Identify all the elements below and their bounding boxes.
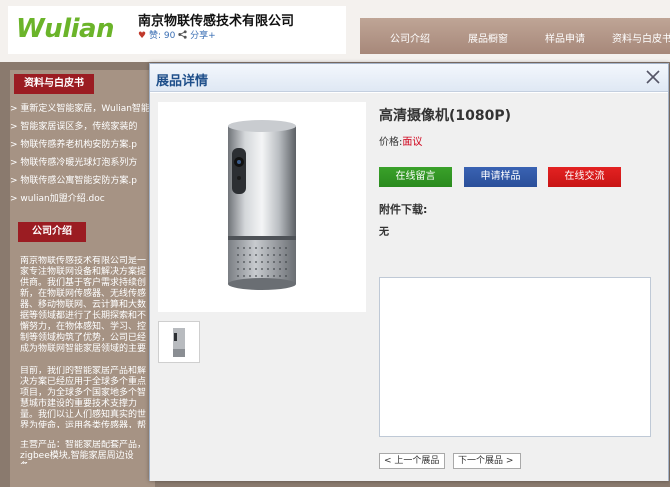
attachments-empty: 无 bbox=[379, 227, 389, 238]
product-image[interactable] bbox=[158, 102, 366, 312]
nav-item-showcase[interactable]: 展品橱窗 bbox=[468, 30, 508, 45]
list-item[interactable]: 智能家居误区多，传统家装的 bbox=[10, 118, 155, 136]
next-product-button[interactable]: 下一个展品 > bbox=[453, 453, 521, 469]
company-intro-p2: 目前，我们的智能家居产品和解决方案已经应用于全球多个重点项目，为全球多个国家地多… bbox=[20, 366, 147, 428]
request-sample-button[interactable]: 申请样品 bbox=[464, 167, 537, 187]
heart-icon[interactable]: ♥ bbox=[138, 31, 146, 41]
company-logo[interactable]: Wulian bbox=[8, 6, 136, 54]
online-chat-button[interactable]: 在线交流 bbox=[548, 167, 621, 187]
dialog-title: 展品详情 bbox=[156, 74, 209, 89]
logo-text: Wulian bbox=[16, 14, 115, 44]
product-thumbnail[interactable] bbox=[158, 321, 200, 363]
company-intro-p1: 南京物联传感技术有限公司是一家专注物联网设备和解决方案提供商。我们基于客户需求持… bbox=[20, 256, 147, 353]
likes-count[interactable]: 赞: 90 bbox=[149, 31, 175, 41]
product-name: 高清摄像机(1080P) bbox=[379, 108, 512, 124]
price-label: 价格: bbox=[379, 137, 403, 148]
company-name: 南京物联传感技术有限公司 bbox=[138, 14, 295, 29]
list-item[interactable]: 物联传感冷暖光球灯泡系列方 bbox=[10, 154, 155, 172]
company-meta: ♥ 赞: 90 分享+ bbox=[138, 28, 216, 41]
company-info: 南京物联传感技术有限公司 ♥ 赞: 90 分享+ bbox=[134, 6, 346, 54]
main-nav: 公司介绍 展品橱窗 样品申请 资料与白皮书 bbox=[360, 18, 670, 54]
share-icon[interactable] bbox=[178, 30, 190, 41]
nav-item-docs[interactable]: 资料与白皮书 bbox=[612, 30, 670, 45]
list-item[interactable]: 重新定义智能家居，Wulian智能 bbox=[10, 100, 155, 118]
nav-item-samples[interactable]: 样品申请 bbox=[545, 30, 585, 45]
dialog-body: 高清摄像机(1080P) 价格:面议 在线留言 申请样品 在线交流 附件下载: … bbox=[150, 93, 668, 481]
share-link[interactable]: 分享+ bbox=[190, 31, 216, 41]
price-row: 价格:面议 bbox=[379, 133, 422, 148]
attachments-title: 附件下载: bbox=[379, 203, 428, 216]
nav-item-company[interactable]: 公司介绍 bbox=[390, 30, 430, 45]
price-value: 面议 bbox=[402, 137, 423, 148]
docs-section-tab[interactable]: 资料与白皮书 bbox=[14, 74, 94, 94]
online-message-button[interactable]: 在线留言 bbox=[379, 167, 452, 187]
prev-product-button[interactable]: < 上一个展品 bbox=[379, 453, 445, 469]
close-icon[interactable] bbox=[644, 68, 662, 86]
product-detail-dialog: 展品详情 高清摄像机(1080P) 价格:面议 在线留言 申请样品 在线交流 附… bbox=[149, 63, 669, 481]
company-intro-p3: 主营产品：智能家居配套产品，zigbee模块,智能家居周边设备。 bbox=[20, 440, 147, 464]
list-item[interactable]: 物联传感公寓智能安防方案.p bbox=[10, 172, 155, 190]
docs-list: 重新定义智能家居，Wulian智能 智能家居误区多，传统家装的 物联传感养老机构… bbox=[10, 100, 155, 208]
list-item[interactable]: wulian加盟介绍.doc bbox=[10, 190, 155, 208]
list-item[interactable]: 物联传感养老机构安防方案.p bbox=[10, 136, 155, 154]
company-section-tab[interactable]: 公司介绍 bbox=[18, 222, 86, 242]
product-description-box[interactable] bbox=[379, 277, 651, 437]
dialog-header[interactable]: 展品详情 bbox=[150, 64, 668, 92]
